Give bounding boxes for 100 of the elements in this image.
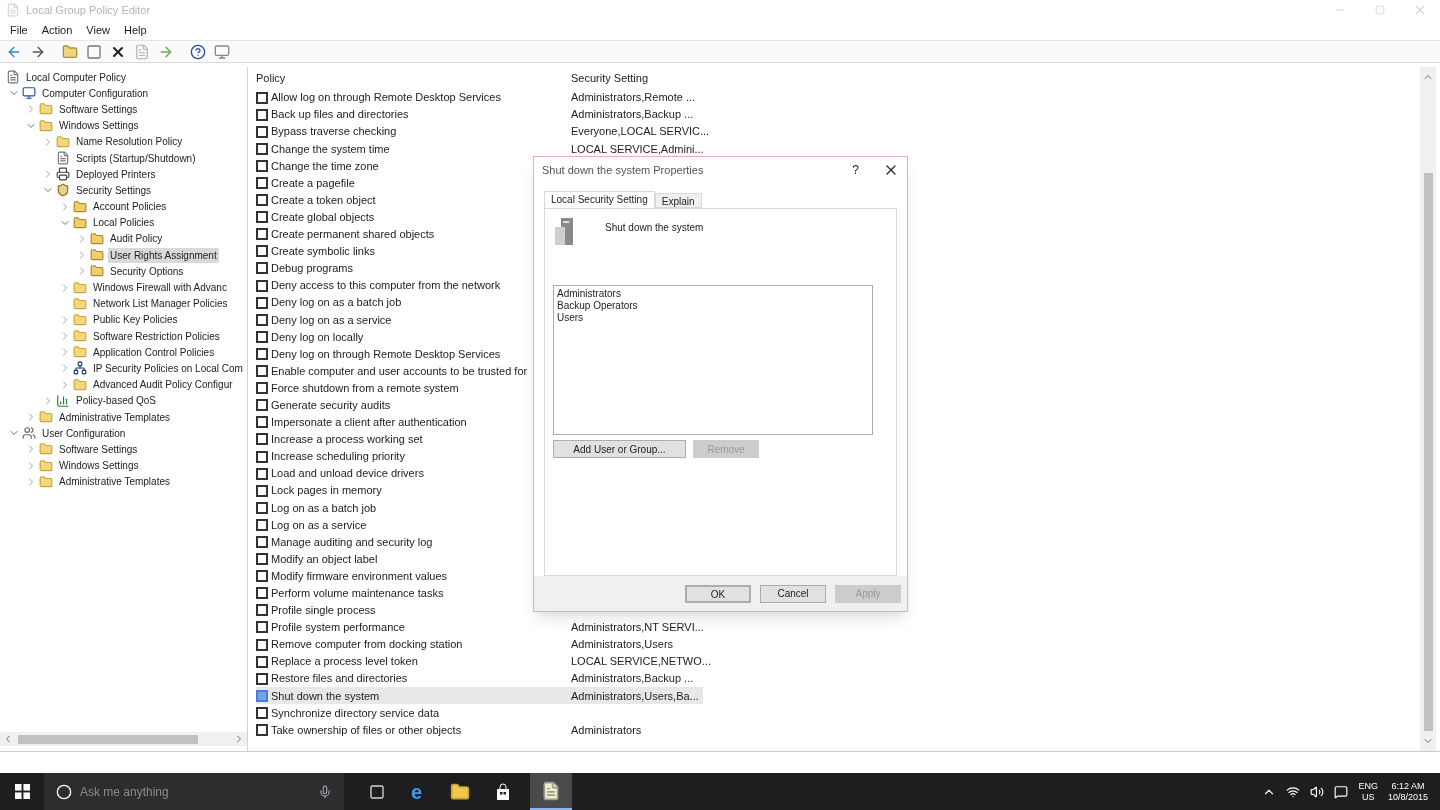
help-icon[interactable]	[190, 43, 206, 60]
policy-icon	[256, 518, 268, 531]
tree-item[interactable]: Software Settings	[57, 101, 140, 117]
dialog-button[interactable]: Add User or Group...	[553, 440, 686, 458]
users-icon	[22, 426, 36, 441]
tree-item[interactable]: Software Restriction Policies	[91, 328, 222, 344]
table-cell-text: Enable computer and user accounts to be trusted for	[271, 363, 528, 379]
dialog-button[interactable]: OK	[685, 584, 751, 603]
menu-item[interactable]: View	[86, 21, 110, 39]
tree-item[interactable]: Software Settings	[57, 441, 140, 457]
tree-item[interactable]: Local Computer Policy	[24, 69, 129, 85]
table-cell-text: Everyone,LOCAL SERVIC...	[571, 124, 710, 140]
help-button[interactable]: ?	[852, 161, 859, 179]
members-listbox[interactable]: Administrators Backup Operators Users	[553, 285, 873, 435]
table-cell-text: Administrators,Backup ...	[571, 107, 694, 123]
policy-row[interactable]: Log on as a service	[256, 516, 696, 534]
notifications-icon[interactable]	[1334, 784, 1349, 799]
region-code[interactable]: US	[1361, 791, 1375, 803]
folder-icon	[73, 199, 87, 214]
table-cell-text: Impersonate a client after authentication	[271, 415, 467, 431]
taskbar-active-app[interactable]	[530, 773, 573, 810]
column-header[interactable]: Policy	[256, 69, 571, 87]
tree-item[interactable]: User Configuration	[40, 425, 128, 441]
dialog-tab[interactable]: Local Security Setting	[544, 191, 655, 208]
network-icon[interactable]	[1286, 784, 1301, 799]
dialog-button[interactable]: Cancel	[760, 584, 826, 603]
column-header[interactable]: Security Setting	[571, 69, 649, 87]
tree-item[interactable]: Computer Configuration	[40, 85, 151, 101]
tree-item[interactable]: Administrative Templates	[57, 409, 172, 425]
tree-item[interactable]: Account Policies	[91, 199, 169, 215]
horizontal-scrollbar[interactable]	[0, 732, 247, 746]
policy-row[interactable]: Allow log on through Remote Desktop Services Administrators,Remote ...	[256, 89, 700, 107]
table-cell-text: Deny log on as a batch job	[271, 295, 402, 311]
policy-row[interactable]: Restore files and directories Administrators,Backup ...	[256, 670, 698, 688]
console-tree-icon[interactable]	[86, 43, 102, 60]
policy-icon	[256, 365, 268, 378]
mic-icon[interactable]	[318, 784, 332, 799]
list-item[interactable]: Backup Operators	[557, 300, 869, 312]
list-item[interactable]: Users	[557, 312, 869, 324]
task-view-icon[interactable]	[369, 783, 385, 800]
tree-item[interactable]: Scripts (Startup/Shutdown)	[74, 150, 198, 166]
menu-item[interactable]: Action	[41, 21, 73, 39]
list-item[interactable]: Administrators	[557, 288, 869, 300]
tree-item[interactable]: Administrative Templates	[57, 474, 172, 490]
tree-item[interactable]: Network List Manager Policies	[91, 296, 230, 312]
tree-item[interactable]: Windows Firewall with Advanc	[91, 280, 229, 296]
tree-item[interactable]: Name Resolution Policy	[74, 134, 185, 150]
clock-time[interactable]: 6:12 AM	[1391, 780, 1425, 792]
tree-item[interactable]: Security Settings	[74, 182, 154, 198]
tree-item[interactable]: Audit Policy	[108, 231, 165, 247]
policy-row[interactable]: Modify an object label	[256, 550, 696, 568]
policy-row[interactable]: Modify firmware environment values	[256, 567, 696, 585]
tree-item[interactable]: User Rights Assignment	[108, 247, 219, 263]
policy-row[interactable]: Synchronize directory service data	[256, 704, 696, 722]
policy-row[interactable]: Profile system performance Administrators,NT SERVI...	[256, 618, 708, 636]
policy-row[interactable]: Take ownership of files or other objects Administrators	[256, 721, 696, 739]
tree-item[interactable]: Windows Settings	[57, 458, 141, 474]
table-cell-text: Log on as a batch job	[271, 500, 377, 516]
table-cell-text: Restore files and directories	[271, 671, 408, 687]
search-field[interactable]: Ask me anything	[44, 773, 344, 810]
table-cell-text: Profile single process	[271, 603, 376, 619]
policy-row[interactable]: Shut down the system Administrators,Users,Ba...	[256, 687, 703, 705]
folder-icon	[39, 474, 53, 489]
policy-row[interactable]: Log on as a batch job	[256, 499, 696, 517]
dialog-tab[interactable]: Explain	[654, 193, 702, 208]
tree-item[interactable]: Deployed Printers	[74, 166, 158, 182]
volume-icon[interactable]	[1310, 784, 1325, 799]
policy-row[interactable]: Replace a process level token LOCAL SERVICE,NETWO...	[256, 653, 715, 671]
tree-item[interactable]: Policy-based QoS	[74, 393, 159, 409]
browser-icon[interactable]: e	[411, 781, 423, 802]
tree-item[interactable]: Local Policies	[91, 215, 157, 231]
folder-icon	[73, 215, 87, 230]
view-icon[interactable]	[214, 43, 230, 60]
clock-date[interactable]: 10/8/2015	[1387, 791, 1428, 803]
policy-row[interactable]: Create symbolic links	[256, 242, 696, 260]
tree-item[interactable]: Advanced Audit Policy Configur	[91, 377, 235, 393]
policy-row[interactable]: Remove computer from docking station Administrators,Users	[256, 636, 696, 654]
policy-row[interactable]: Profile single process	[256, 601, 696, 619]
policy-row[interactable]: Change the system time LOCAL SERVICE,Admini...	[256, 140, 708, 158]
menu-item[interactable]: File	[10, 21, 28, 39]
policy-row[interactable]: Debug programs	[256, 259, 696, 278]
menu-item[interactable]: Help	[123, 21, 147, 39]
tree-item[interactable]: Application Control Policies	[91, 344, 217, 360]
policy-row[interactable]: Back up files and directories Administrators,Backup ...	[256, 106, 698, 124]
tree-item[interactable]: IP Security Policies on Local Com	[91, 360, 245, 376]
up-folder-icon[interactable]	[62, 43, 78, 60]
table-cell-text: Create global objects	[271, 209, 375, 225]
policy-row[interactable]: Bypass traverse checking Everyone,LOCAL SERVIC...	[256, 123, 714, 141]
search-input[interactable]: Ask me anything	[80, 782, 310, 801]
tree-item[interactable]: Public Key Policies	[91, 312, 180, 328]
vertical-scrollbar[interactable]	[1420, 67, 1436, 751]
policy-row[interactable]: Manage auditing and security log	[256, 533, 696, 551]
policy-row[interactable]: Lock pages in memory	[256, 482, 696, 500]
tree-item[interactable]: Windows Settings	[57, 118, 141, 134]
file-explorer-icon[interactable]	[450, 781, 471, 802]
policy-row[interactable]: Load and unload device drivers	[256, 465, 696, 483]
policy-icon	[256, 228, 268, 241]
properties-icon[interactable]	[134, 43, 150, 60]
language-code[interactable]: ENG	[1358, 780, 1378, 792]
tree-item[interactable]: Security Options	[108, 263, 186, 279]
